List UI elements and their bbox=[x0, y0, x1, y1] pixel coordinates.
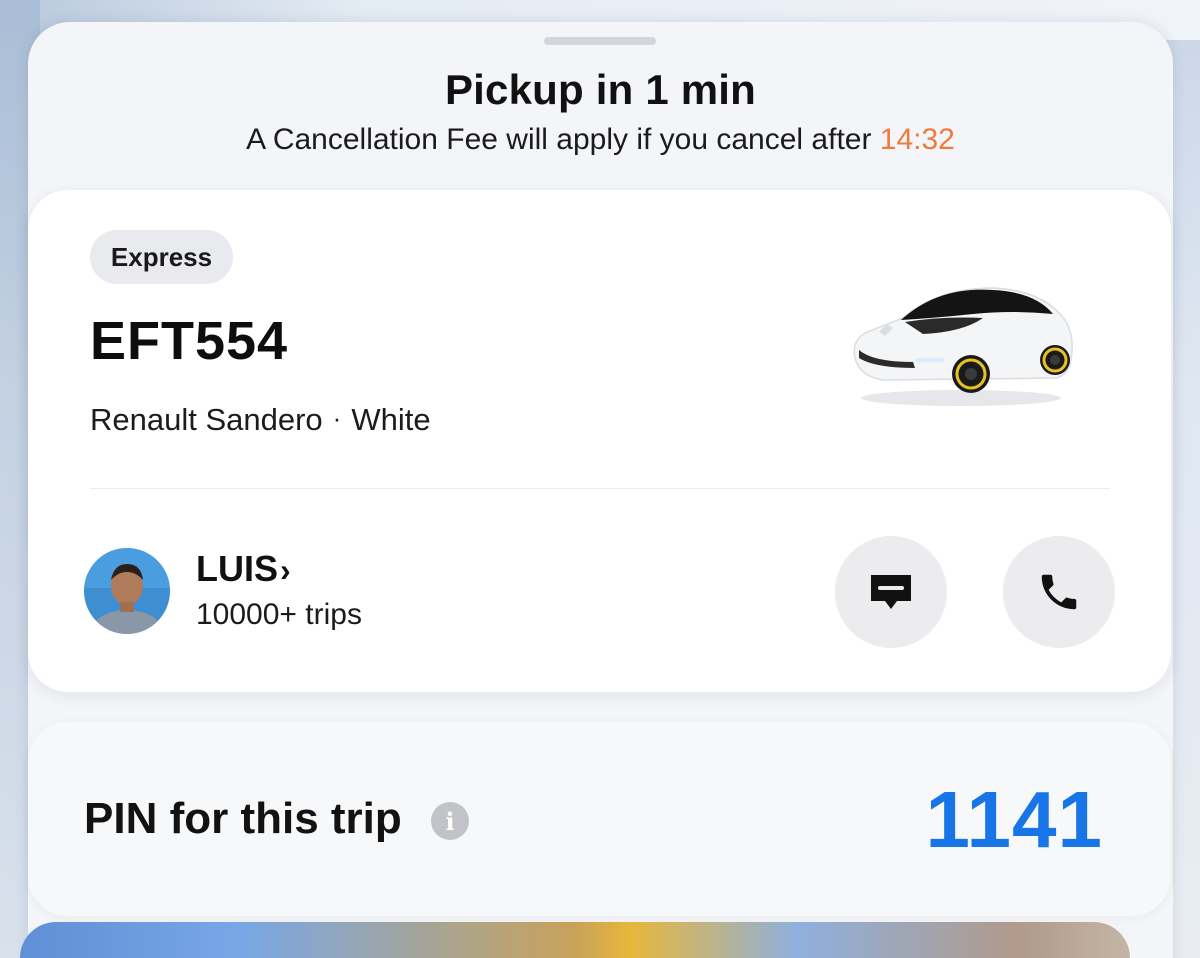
message-icon bbox=[871, 575, 911, 609]
cancellation-notice: A Cancellation Fee will apply if you can… bbox=[28, 123, 1173, 157]
driver-trip-count: 10000+ trips bbox=[196, 598, 362, 631]
vehicle-model: Renault Sandero bbox=[90, 402, 323, 437]
license-plate: EFT554 bbox=[90, 311, 289, 371]
pickup-eta-title: Pickup in 1 min bbox=[444, 66, 757, 113]
cancellation-time: 14:32 bbox=[879, 123, 955, 156]
next-card-preview bbox=[20, 922, 1130, 958]
vehicle-description: Renault Sandero · White bbox=[90, 402, 431, 438]
driver-name-link[interactable]: LUIS› bbox=[196, 548, 291, 590]
sheet-grabber[interactable] bbox=[544, 37, 656, 45]
phone-icon bbox=[1041, 574, 1077, 610]
driver-vehicle-card: Express EFT554 Renault Sandero · White L… bbox=[28, 190, 1171, 692]
chevron-right-icon: › bbox=[280, 552, 291, 588]
info-icon[interactable]: i bbox=[431, 802, 469, 840]
driver-photo bbox=[84, 548, 170, 634]
card-divider bbox=[90, 488, 1110, 489]
cancellation-notice-text: A Cancellation Fee will apply if you can… bbox=[246, 123, 872, 156]
driver-avatar[interactable] bbox=[84, 548, 170, 634]
trip-pin-card: PIN for this trip i 1141 bbox=[28, 722, 1171, 916]
driver-name: LUIS bbox=[196, 548, 279, 589]
separator-dot: · bbox=[332, 403, 342, 433]
trip-bottom-sheet: Pickup in 1 min A Cancellation Fee will … bbox=[28, 22, 1173, 958]
trip-pin-value: 1141 bbox=[925, 775, 1103, 864]
service-type-badge: Express bbox=[90, 230, 233, 284]
call-driver-button[interactable] bbox=[1003, 536, 1115, 648]
message-driver-button[interactable] bbox=[835, 536, 947, 648]
vehicle-color: White bbox=[351, 402, 431, 437]
pin-label: PIN for this trip bbox=[84, 794, 402, 843]
car-image bbox=[853, 287, 1073, 406]
